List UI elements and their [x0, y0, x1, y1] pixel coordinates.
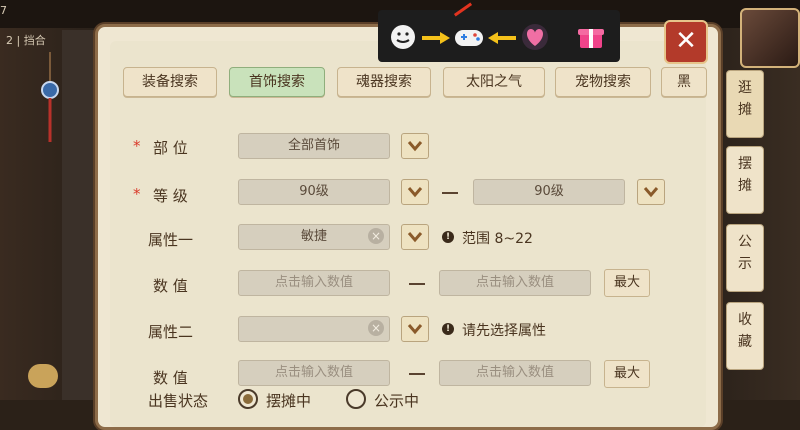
- arrow-right-icon: [422, 32, 450, 44]
- chevron-down-icon: [407, 141, 423, 152]
- level-label: 等 级: [153, 187, 188, 205]
- arrow-left-icon: [488, 32, 516, 44]
- attr2-hint: 请先选择属性: [462, 323, 546, 339]
- attr1-range-hint: 范围 8~22: [462, 231, 533, 247]
- sale-on-stall-radio[interactable]: [238, 389, 258, 409]
- pendant-icon: [41, 52, 59, 142]
- chevron-down-icon: [643, 187, 659, 198]
- chevron-down-icon: [407, 324, 423, 335]
- chevron-down-icon: [407, 232, 423, 243]
- chat-icon[interactable]: [28, 364, 58, 388]
- overlay-toolbar: [378, 10, 620, 62]
- attr2-label: 属性二: [148, 323, 194, 341]
- heart-icon[interactable]: [518, 22, 552, 52]
- side-tab-label: 逛摊: [738, 80, 752, 118]
- tab-solar-qi[interactable]: 太阳之气: [443, 67, 545, 97]
- attr1-clear-icon[interactable]: ×: [368, 228, 384, 244]
- value1-max-input[interactable]: 点击输入数值: [439, 270, 591, 296]
- tab-more[interactable]: 黑: [661, 67, 707, 97]
- sale-public-radio[interactable]: [346, 389, 366, 409]
- range-dash: [442, 192, 458, 194]
- level-max-dropdown-button[interactable]: [637, 179, 665, 205]
- side-tab-favorites[interactable]: 收藏: [726, 302, 764, 370]
- side-tab-label: 摆摊: [738, 156, 752, 194]
- player-avatar[interactable]: [740, 8, 800, 68]
- side-tab-label: 收藏: [738, 312, 752, 350]
- slot-dropdown-button[interactable]: [401, 133, 429, 159]
- left-panel: [62, 30, 95, 400]
- tab-jewelry-search[interactable]: 首饰搜索: [229, 67, 325, 97]
- gift-icon[interactable]: [574, 22, 608, 52]
- max-button[interactable]: 最大: [604, 360, 650, 388]
- required-mark: *: [133, 185, 141, 203]
- tab-equipment-search[interactable]: 装备搜索: [123, 67, 217, 97]
- channel-label: 2 | 挡合: [6, 34, 46, 47]
- slot-label: 部 位: [153, 139, 188, 157]
- slot-select[interactable]: 全部首饰: [238, 133, 390, 159]
- smiley-icon[interactable]: [386, 22, 420, 52]
- side-tab-label: 公示: [738, 234, 752, 272]
- value1-min-input[interactable]: 点击输入数值: [238, 270, 390, 296]
- close-button[interactable]: ✕: [664, 20, 708, 64]
- side-tab-stall[interactable]: 摆摊: [726, 146, 764, 214]
- level-min-select[interactable]: 90级: [238, 179, 390, 205]
- tab-pet-search[interactable]: 宠物搜索: [555, 67, 651, 97]
- side-tab-public[interactable]: 公示: [726, 224, 764, 292]
- sale-on-stall-label: 摆摊中: [266, 392, 312, 410]
- info-icon: !: [442, 323, 454, 335]
- attr1-dropdown-button[interactable]: [401, 224, 429, 250]
- required-mark: *: [133, 137, 141, 155]
- attr1-label: 属性一: [148, 231, 194, 249]
- radio-checked-dot: [243, 394, 253, 404]
- sale-public-label: 公示中: [374, 392, 420, 410]
- market-search-dialog: 装备搜索 首饰搜索 魂器搜索 太阳之气 宠物搜索 黑 * 部 位 全部首饰 * …: [95, 24, 721, 430]
- tab-soul-search[interactable]: 魂器搜索: [337, 67, 431, 97]
- value2-max-input[interactable]: 点击输入数值: [439, 360, 591, 386]
- value2-label: 数 值: [153, 369, 188, 387]
- value1-label: 数 值: [153, 277, 188, 295]
- range-dash: [409, 283, 425, 285]
- top-left-text: 7: [0, 4, 7, 17]
- sale-status-label: 出售状态: [148, 392, 209, 410]
- level-max-select[interactable]: 90级: [473, 179, 625, 205]
- chevron-down-icon: [407, 187, 423, 198]
- attr2-dropdown-button[interactable]: [401, 316, 429, 342]
- info-icon: !: [442, 231, 454, 243]
- side-tab-browse[interactable]: 逛摊: [726, 70, 764, 138]
- range-dash: [409, 373, 425, 375]
- value2-min-input[interactable]: 点击输入数值: [238, 360, 390, 386]
- max-button[interactable]: 最大: [604, 269, 650, 297]
- level-min-dropdown-button[interactable]: [401, 179, 429, 205]
- attr2-clear-icon[interactable]: ×: [368, 320, 384, 336]
- gamepad-icon[interactable]: [452, 22, 486, 52]
